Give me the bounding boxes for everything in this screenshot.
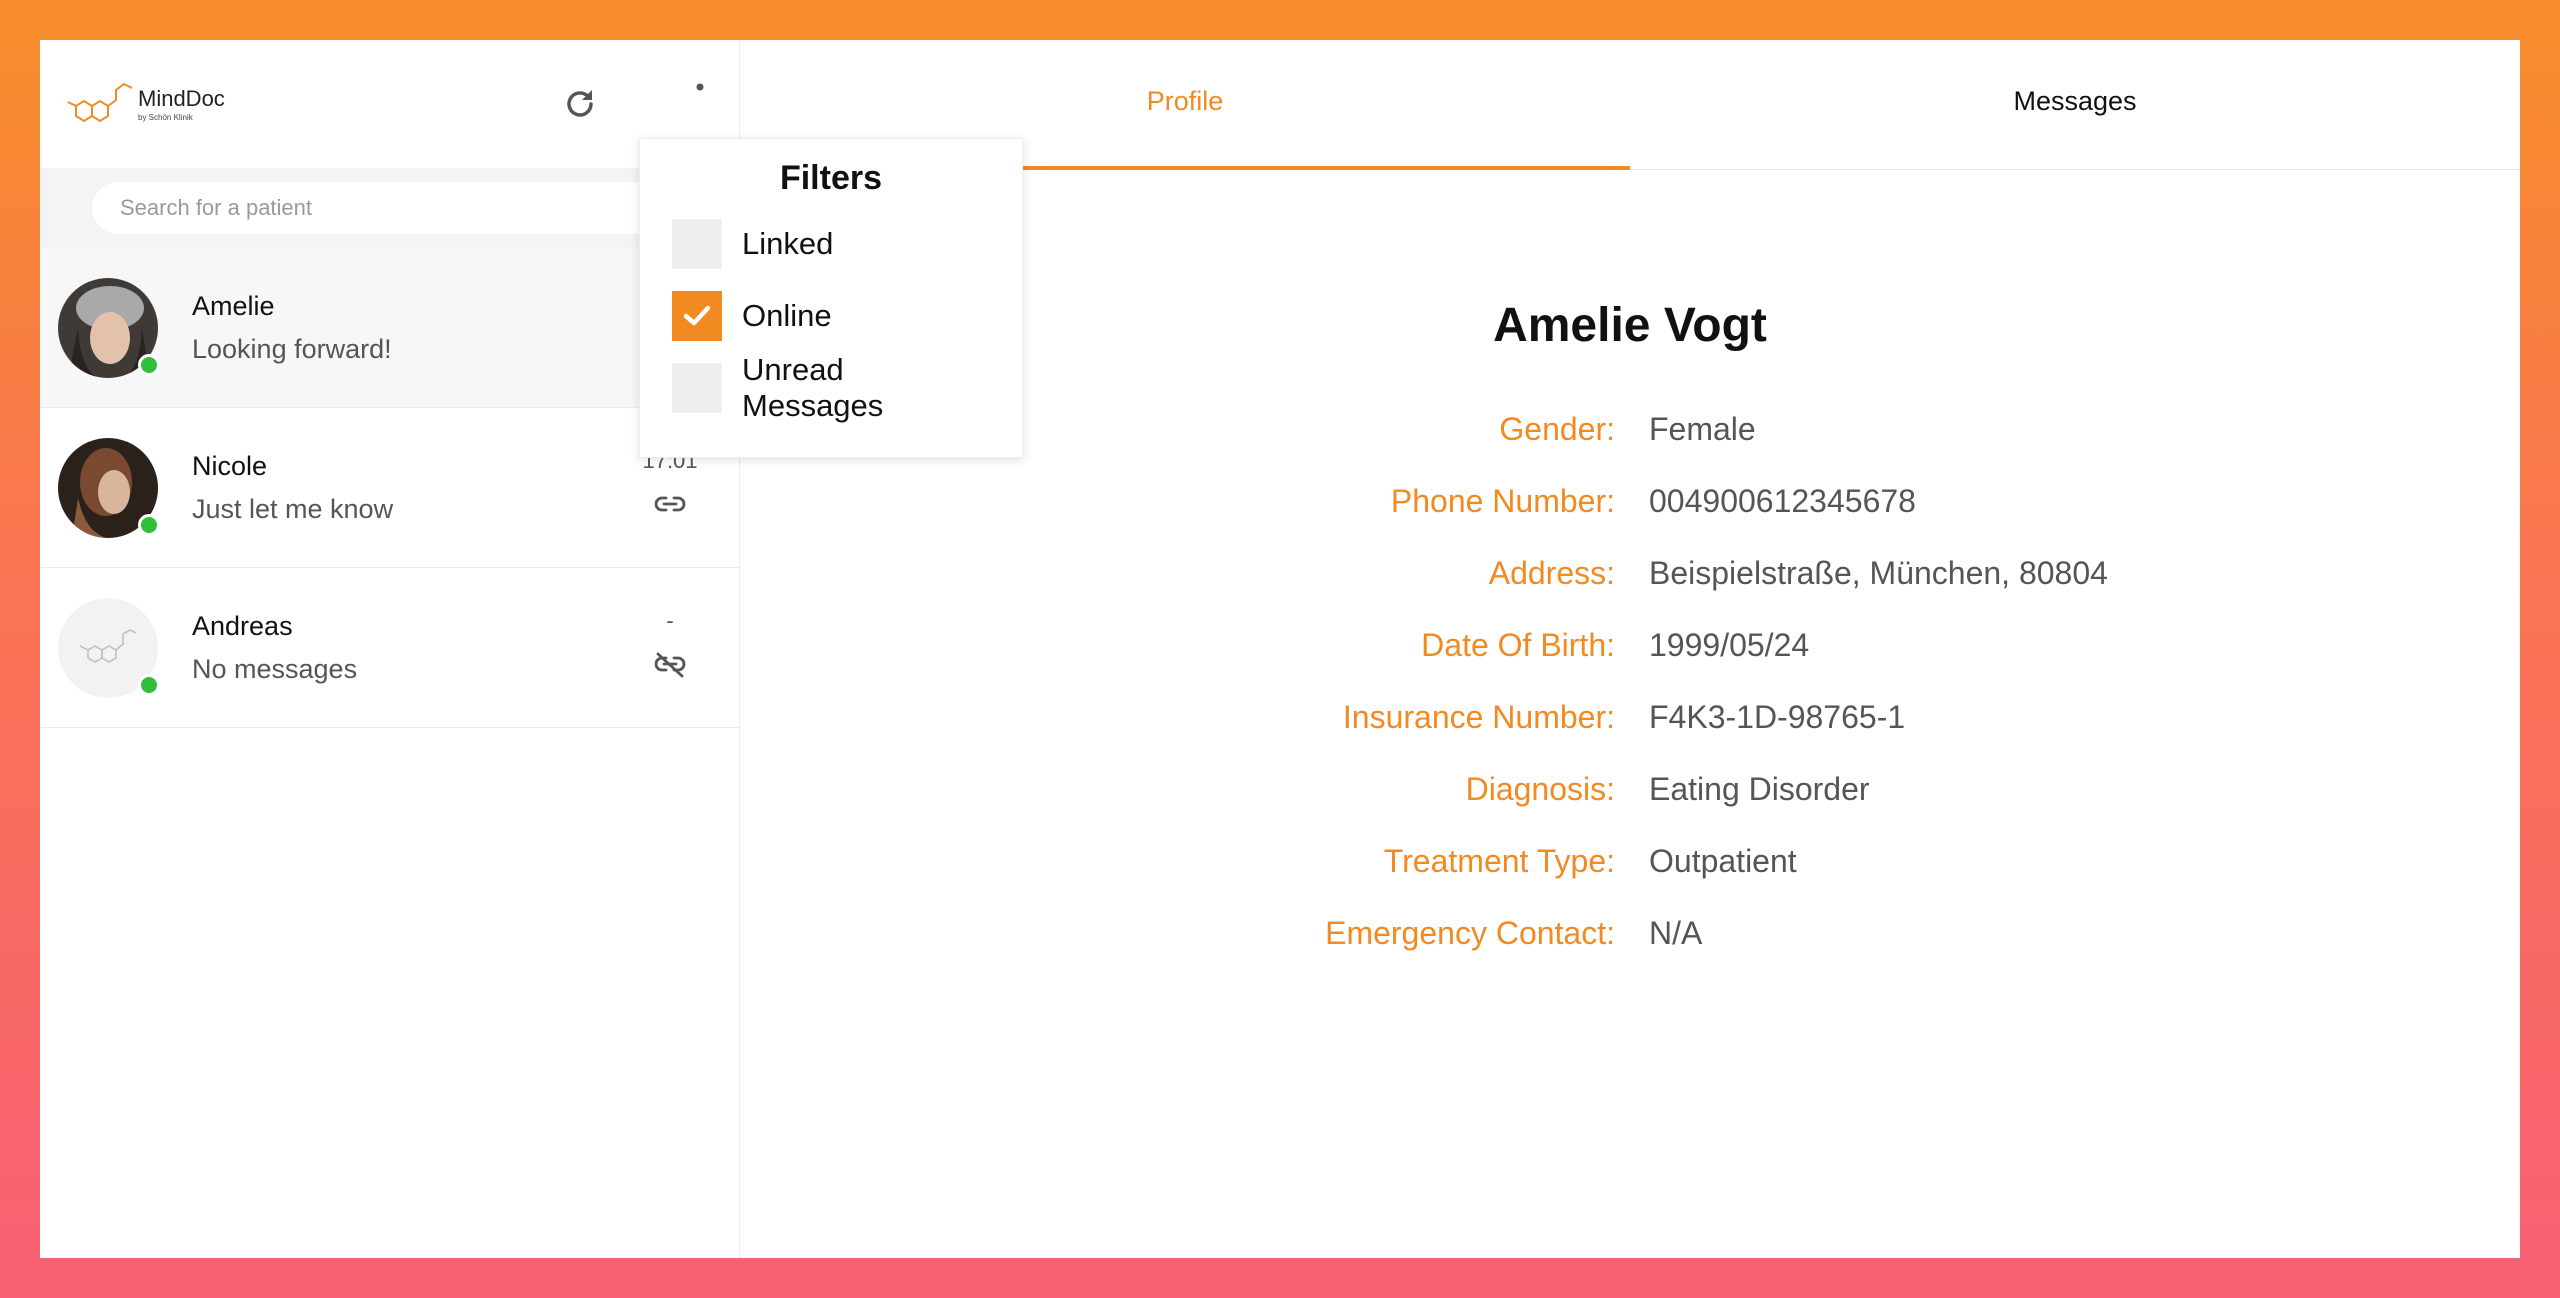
field-label: Emergency Contact: (1325, 914, 1615, 951)
field-label: Treatment Type: (1383, 842, 1615, 879)
filters-popup: Filters Linked Online Unread Messages (639, 138, 1023, 458)
filter-online-checkbox[interactable] (672, 291, 722, 341)
field-value: 1999/05/24 (1649, 626, 1810, 663)
field-treatment-type: Treatment Type: Outpatient (740, 825, 2520, 897)
minddoc-logo: MindDoc by Schön Klinik (66, 76, 225, 132)
search-bar (40, 168, 739, 248)
app-window: MindDoc by Schön Klinik Search for a pat… (40, 40, 2520, 1258)
filter-online[interactable]: Online (672, 280, 990, 352)
patient-last-message: No messages (192, 653, 358, 684)
patient-search-input[interactable] (92, 182, 687, 234)
filters-title: Filters (779, 159, 883, 197)
kebab-menu-icon (696, 83, 704, 91)
filter-label: Unread Messages (742, 352, 884, 423)
last-message-time: - (666, 608, 674, 633)
patient-sidebar: MindDoc by Schön Klinik Search for a pat… (40, 40, 740, 1258)
link-icon (654, 496, 686, 512)
field-phone-number: Phone Number: 004900612345678 (740, 465, 2520, 537)
filter-linked[interactable]: Linked (672, 208, 990, 280)
molecule-logo-icon (67, 82, 133, 123)
patient-last-message: Looking forward! (192, 333, 392, 364)
field-value: Beispielstraße, München, 80804 (1649, 554, 2108, 591)
patient-item-nicole[interactable]: Nicole Just let me know 17:01 (40, 408, 739, 568)
field-value: Outpatient (1649, 842, 1797, 879)
online-indicator (138, 673, 160, 696)
field-value: Eating Disorder (1649, 770, 1870, 807)
patient-item-andreas[interactable]: Andreas No messages - (40, 568, 739, 728)
field-label: Diagnosis: (1465, 770, 1615, 807)
online-indicator (138, 353, 160, 376)
filter-unread-checkbox[interactable] (672, 363, 722, 413)
patient-item-amelie[interactable]: Amelie Looking forward! (40, 248, 739, 408)
field-label: Date Of Birth: (1421, 626, 1615, 663)
brand-name: MindDoc (138, 86, 225, 111)
filter-unread-messages[interactable]: Unread Messages (672, 352, 990, 424)
avatar (58, 437, 160, 538)
patient-name: Andreas (192, 610, 293, 641)
more-options-button[interactable] (680, 80, 720, 128)
avatar (58, 597, 160, 698)
field-value: N/A (1649, 914, 1703, 951)
checkmark-icon (683, 305, 711, 326)
field-emergency-contact: Emergency Contact: N/A (740, 897, 2520, 969)
refresh-button[interactable] (556, 80, 604, 128)
field-label: Insurance Number: (1342, 698, 1615, 735)
refresh-icon (567, 90, 593, 117)
field-insurance-number: Insurance Number: F4K3-1D-98765-1 (740, 681, 2520, 753)
unlink-icon (654, 652, 686, 678)
avatar (58, 277, 160, 378)
field-diagnosis: Diagnosis: Eating Disorder (740, 753, 2520, 825)
patient-name: Amelie (192, 290, 275, 321)
filter-label: Linked (742, 226, 834, 261)
filter-label: Online (742, 298, 832, 333)
filter-linked-checkbox[interactable] (672, 219, 722, 269)
tab-messages[interactable]: Messages (1630, 40, 2520, 169)
profile-fields: Gender: Female Phone Number: 00490061234… (740, 393, 2520, 969)
patient-name: Nicole (192, 450, 268, 481)
field-date-of-birth: Date Of Birth: 1999/05/24 (740, 609, 2520, 681)
brand-subtitle: by Schön Klinik (138, 113, 193, 122)
field-label: Address: (1488, 554, 1615, 591)
field-label: Phone Number: (1390, 482, 1615, 519)
online-indicator (138, 513, 160, 536)
field-value: Female (1649, 410, 1756, 447)
field-value: F4K3-1D-98765-1 (1649, 698, 1906, 735)
patient-last-message: Just let me know (192, 493, 394, 524)
field-address: Address: Beispielstraße, München, 80804 (740, 537, 2520, 609)
sidebar-header: MindDoc by Schön Klinik (40, 40, 739, 168)
field-value: 004900612345678 (1649, 482, 1916, 519)
